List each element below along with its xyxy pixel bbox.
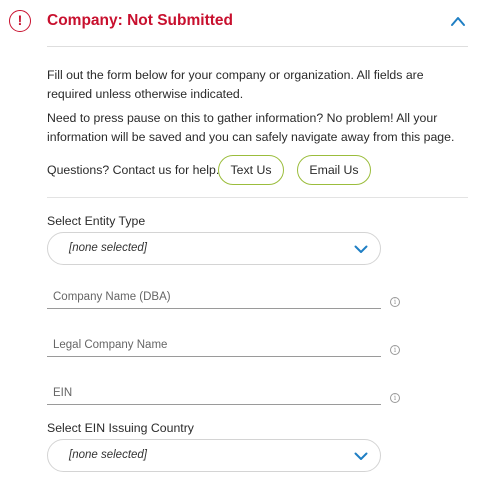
help-label: Questions? Contact us for help. (47, 163, 220, 177)
email-us-button[interactable]: Email Us (297, 155, 371, 185)
company-name-dba-field[interactable]: Company Name (DBA) (47, 289, 381, 309)
field-underline (47, 308, 381, 309)
info-icon[interactable]: i (390, 297, 400, 307)
section-header[interactable]: ! Company: Not Submitted (0, 0, 479, 46)
chevron-up-icon[interactable] (450, 14, 466, 28)
info-icon[interactable]: i (390, 393, 400, 403)
entity-type-value: [none selected] (69, 242, 148, 254)
entity-type-select[interactable]: [none selected] (47, 232, 381, 265)
legal-company-name-field[interactable]: Legal Company Name (47, 337, 381, 357)
section-divider (47, 197, 468, 198)
section-title: Company: Not Submitted (47, 12, 233, 29)
ein-field[interactable]: EIN (47, 385, 381, 405)
field-underline (47, 404, 381, 405)
ein-country-label: Select EIN Issuing Country (47, 421, 194, 435)
entity-type-label: Select Entity Type (47, 214, 146, 228)
chevron-down-icon (354, 452, 368, 460)
ein-placeholder: EIN (53, 387, 73, 399)
pause-paragraph: Need to press pause on this to gather in… (47, 111, 455, 144)
info-icon[interactable]: i (390, 345, 400, 355)
text-us-button[interactable]: Text Us (218, 155, 284, 185)
alert-icon: ! (9, 10, 31, 32)
company-name-dba-placeholder: Company Name (DBA) (53, 291, 171, 303)
header-divider (47, 46, 468, 47)
ein-country-select[interactable]: [none selected] (47, 439, 381, 472)
ein-country-value: [none selected] (69, 449, 148, 461)
field-underline (47, 356, 381, 357)
chevron-down-icon (354, 245, 368, 253)
legal-company-name-placeholder: Legal Company Name (53, 339, 168, 351)
intro-paragraph: Fill out the form below for your company… (47, 68, 424, 101)
